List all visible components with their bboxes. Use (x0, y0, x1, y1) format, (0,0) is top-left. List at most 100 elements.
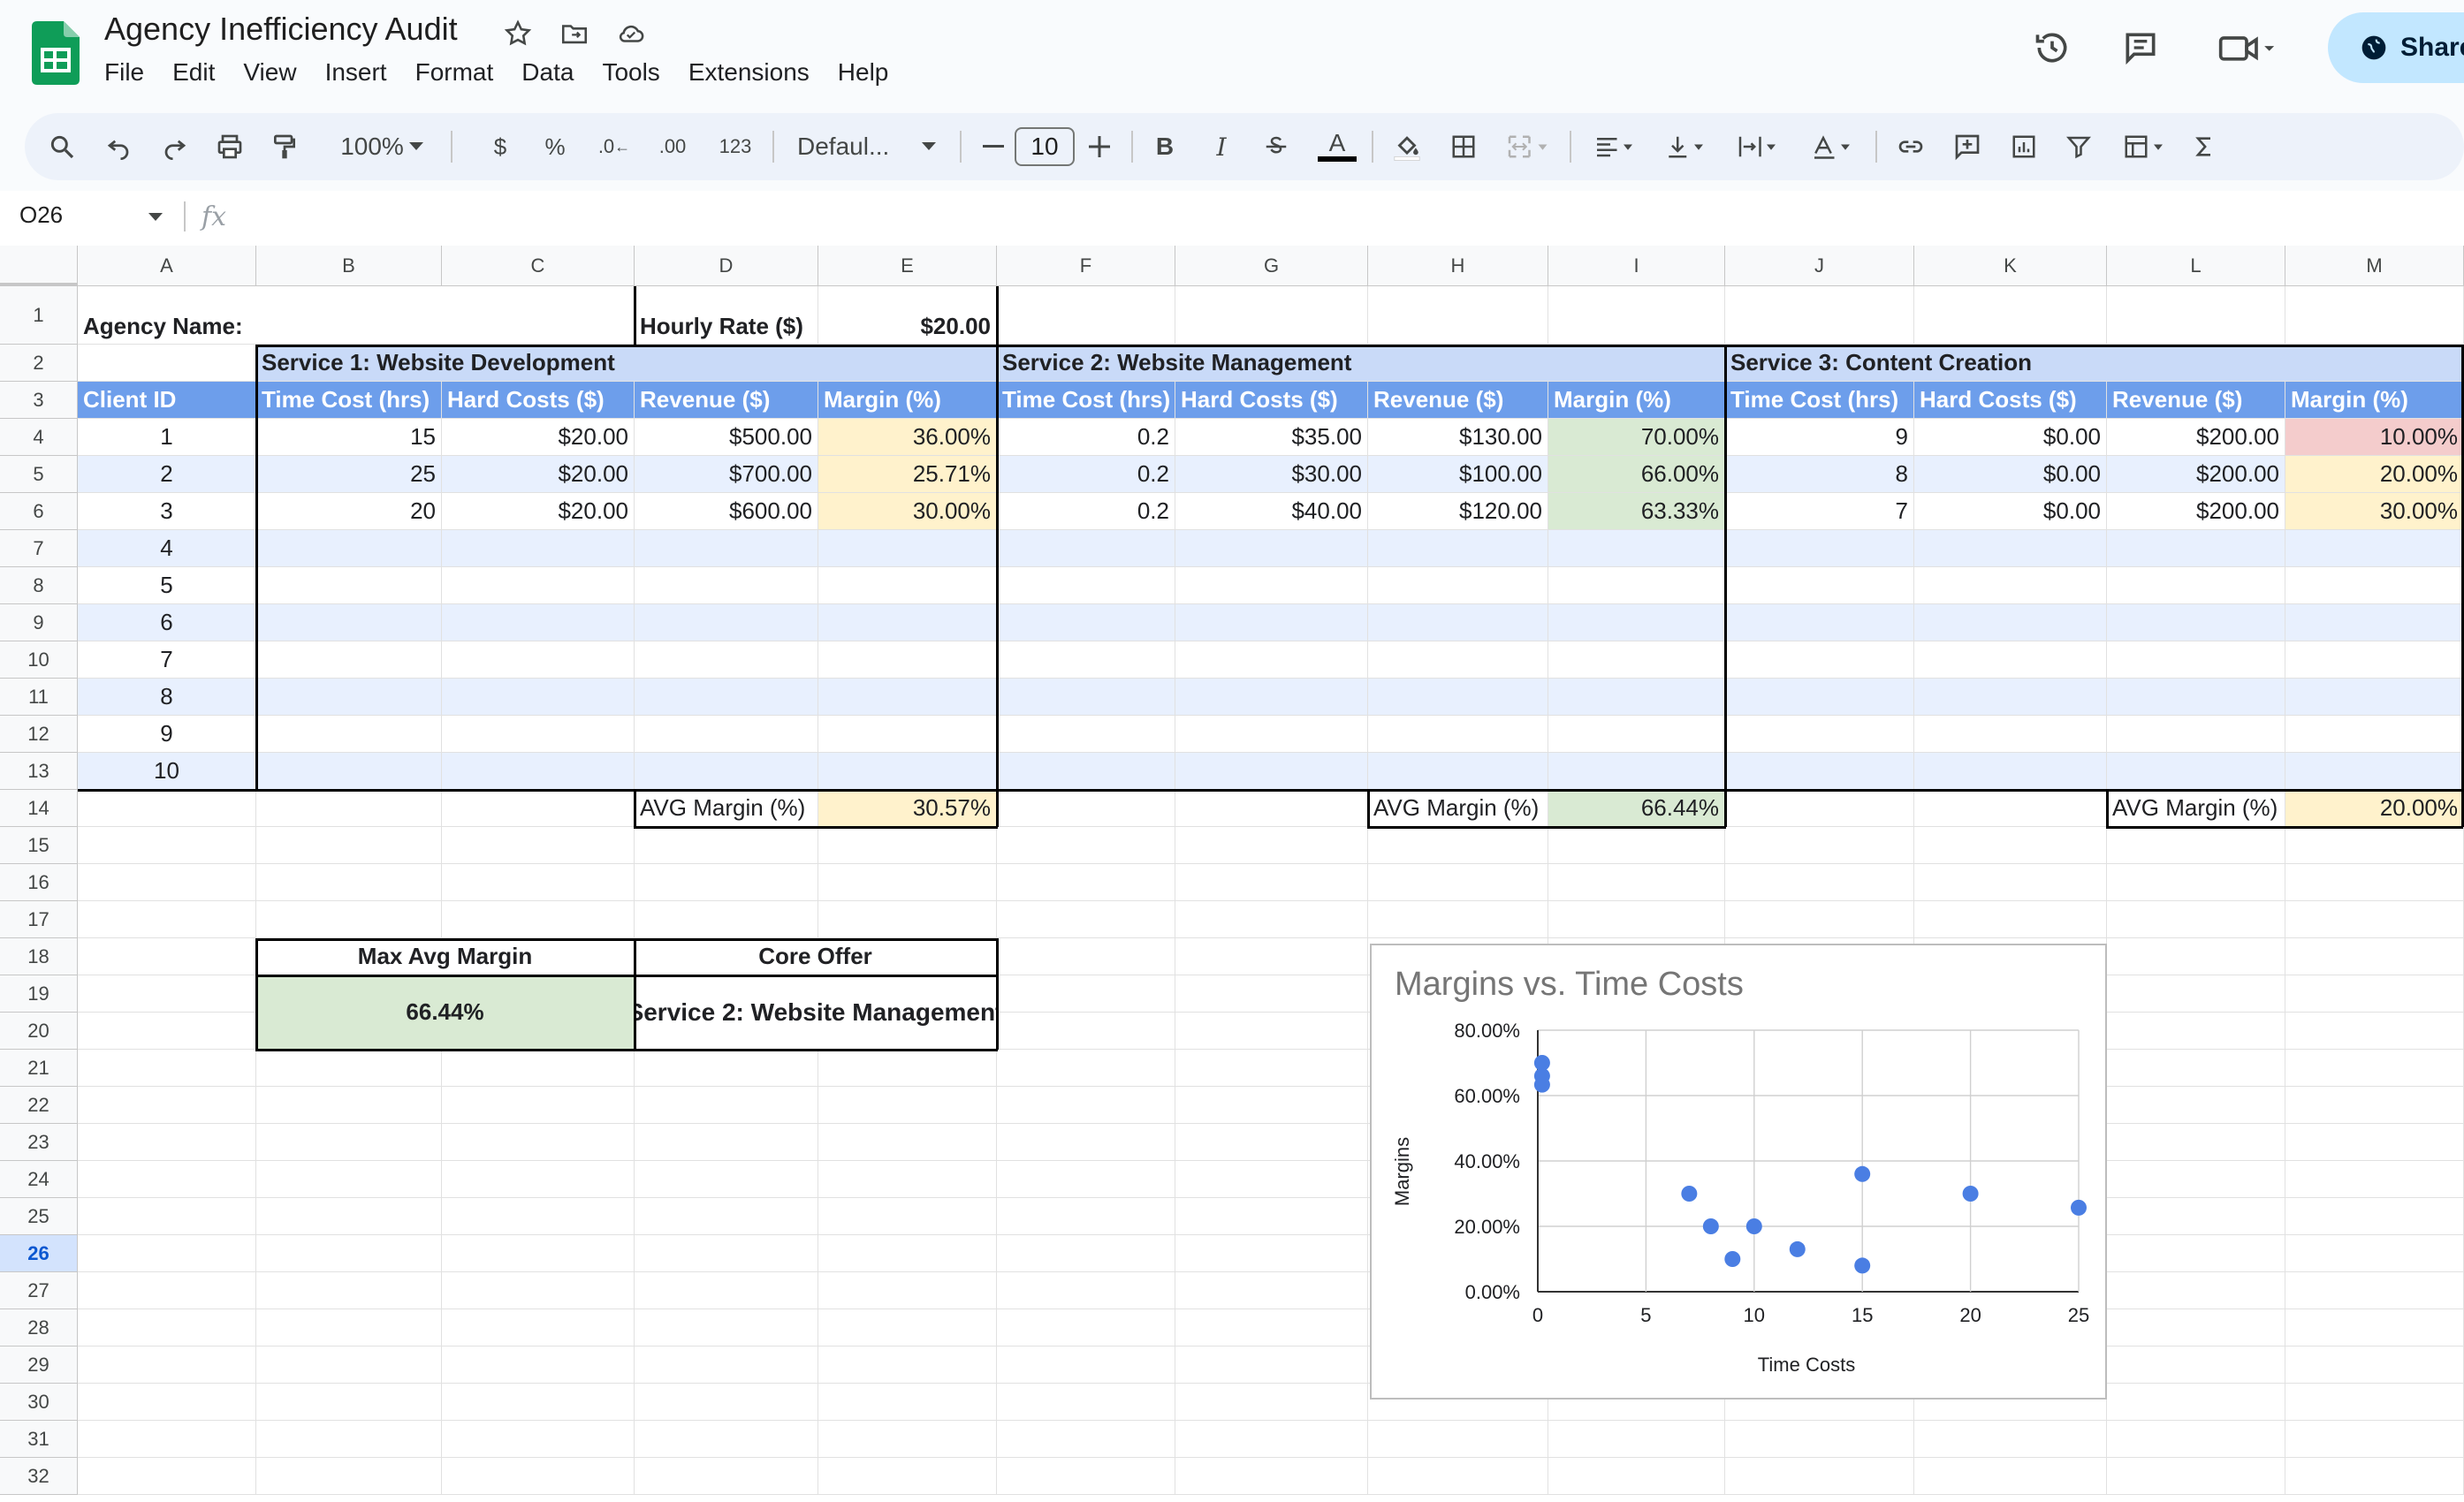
service1-data-cell[interactable] (256, 753, 442, 790)
grid-cell[interactable] (635, 1124, 818, 1161)
grid-cell[interactable] (2107, 1161, 2285, 1198)
grid-cell[interactable] (256, 1421, 442, 1458)
grid-cell[interactable] (818, 1124, 997, 1161)
grid-cell[interactable] (818, 827, 997, 864)
service1-data-cell[interactable] (818, 753, 997, 790)
more-formats-button[interactable]: 123 (709, 113, 762, 180)
menu-view[interactable]: View (243, 58, 296, 87)
grid-cell[interactable] (2107, 901, 2285, 938)
grid-cell[interactable] (2107, 1458, 2285, 1495)
grid-cell[interactable] (2107, 1050, 2285, 1087)
strikethrough-icon[interactable] (1259, 113, 1294, 180)
service1-data-cell[interactable]: 36.00% (818, 419, 997, 456)
grid-cell[interactable] (1725, 827, 1914, 864)
grid-cell[interactable] (2107, 1235, 2285, 1272)
grid-cell[interactable] (1548, 286, 1725, 345)
grid-cell[interactable] (2107, 938, 2285, 975)
service2-data-cell[interactable] (1368, 530, 1548, 567)
grid-cell[interactable] (1914, 901, 2107, 938)
grid-cell[interactable] (635, 901, 818, 938)
grid-cell[interactable] (997, 286, 1175, 345)
menu-extensions[interactable]: Extensions (688, 58, 810, 87)
service3-data-cell[interactable] (1914, 716, 2107, 753)
service3-data-cell[interactable] (2107, 716, 2285, 753)
grid-cell[interactable] (997, 938, 1175, 975)
grid-cell[interactable] (1725, 864, 1914, 901)
service3-data-cell[interactable]: 30.00% (2285, 493, 2464, 530)
service1-data-cell[interactable]: $500.00 (635, 419, 818, 456)
avg-margin-label-2[interactable]: AVG Margin (%) (1368, 790, 1548, 827)
avg-margin-value-1[interactable]: 30.57% (818, 790, 997, 827)
client-id-cell[interactable]: 5 (78, 567, 256, 604)
service3-data-cell[interactable] (1725, 567, 1914, 604)
grid-cell[interactable] (2285, 1050, 2464, 1087)
service3-data-cell[interactable] (1914, 604, 2107, 641)
functions-icon[interactable] (2185, 113, 2224, 180)
service2-data-cell[interactable] (1548, 716, 1725, 753)
service2-data-cell[interactable]: 70.00% (1548, 419, 1725, 456)
grid-cell[interactable] (1175, 1384, 1368, 1421)
grid-cell[interactable] (1175, 1421, 1368, 1458)
client-id-cell[interactable]: 9 (78, 716, 256, 753)
grid-cell[interactable] (1175, 1050, 1368, 1087)
grid-cell[interactable] (78, 1124, 256, 1161)
filter-icon[interactable] (2059, 113, 2098, 180)
service3-title[interactable]: Service 3: Content Creation (1725, 345, 2464, 382)
service1-data-cell[interactable] (635, 679, 818, 716)
column-header-e[interactable]: E (818, 246, 997, 286)
service3-data-cell[interactable] (1914, 567, 2107, 604)
row-header-3[interactable]: 3 (0, 382, 78, 419)
service1-data-cell[interactable] (256, 530, 442, 567)
column-header-j[interactable]: J (1725, 246, 1914, 286)
grid-cell[interactable] (442, 1050, 635, 1087)
increase-decimal-button[interactable]: .00 (649, 113, 696, 180)
grid-cell[interactable] (78, 1272, 256, 1309)
grid-cell[interactable] (442, 1384, 635, 1421)
service3-data-cell[interactable] (2107, 530, 2285, 567)
grid-cell[interactable] (818, 1384, 997, 1421)
row-header-5[interactable]: 5 (0, 456, 78, 493)
service1-data-cell[interactable]: 20 (256, 493, 442, 530)
row-header-29[interactable]: 29 (0, 1346, 78, 1384)
grid-cell[interactable] (2107, 1346, 2285, 1384)
comments-icon[interactable] (2119, 27, 2162, 69)
service3-data-cell[interactable] (1914, 679, 2107, 716)
percent-format-button[interactable]: % (537, 113, 573, 180)
sheets-logo-icon[interactable] (32, 21, 80, 85)
font-select[interactable]: Defaul... (797, 113, 912, 180)
grid-cell[interactable] (1368, 1421, 1548, 1458)
grid-cell[interactable] (1914, 864, 2107, 901)
text-wrapping-icon[interactable] (1729, 113, 1787, 180)
service1-data-cell[interactable] (256, 641, 442, 679)
grid-cell[interactable] (1914, 827, 2107, 864)
service1-data-cell[interactable] (818, 530, 997, 567)
service2-title[interactable]: Service 2: Website Management (997, 345, 1725, 382)
grid-cell[interactable] (818, 1458, 997, 1495)
grid-cell[interactable] (997, 1384, 1175, 1421)
hourly-rate-value[interactable]: $20.00 (818, 286, 997, 345)
service3-data-cell[interactable] (1725, 753, 1914, 790)
row-header-25[interactable]: 25 (0, 1198, 78, 1235)
grid-cell[interactable] (256, 1124, 442, 1161)
service2-data-cell[interactable]: 66.00% (1548, 456, 1725, 493)
service1-data-cell[interactable] (635, 716, 818, 753)
grid-cell[interactable] (2285, 938, 2464, 975)
scatter-chart[interactable]: Margins vs. Time Costs Time Costs Margin… (1370, 944, 2107, 1400)
service2-data-cell[interactable]: 63.33% (1548, 493, 1725, 530)
menu-file[interactable]: File (104, 58, 144, 87)
row-header-7[interactable]: 7 (0, 530, 78, 567)
grid-cell[interactable] (442, 1235, 635, 1272)
service3-data-cell[interactable] (1725, 679, 1914, 716)
service1-data-cell[interactable] (442, 716, 635, 753)
grid-cell[interactable] (997, 864, 1175, 901)
service1-data-cell[interactable] (256, 716, 442, 753)
grid-cell[interactable] (1725, 1421, 1914, 1458)
grid-cell[interactable] (1914, 1458, 2107, 1495)
service1-data-cell[interactable]: $20.00 (442, 456, 635, 493)
service3-data-cell[interactable] (2285, 567, 2464, 604)
service3-data-cell[interactable]: $200.00 (2107, 456, 2285, 493)
grid-cell[interactable] (635, 864, 818, 901)
service3-data-cell[interactable]: 20.00% (2285, 456, 2464, 493)
grid-cell[interactable] (1175, 1272, 1368, 1309)
grid-cell[interactable] (442, 864, 635, 901)
